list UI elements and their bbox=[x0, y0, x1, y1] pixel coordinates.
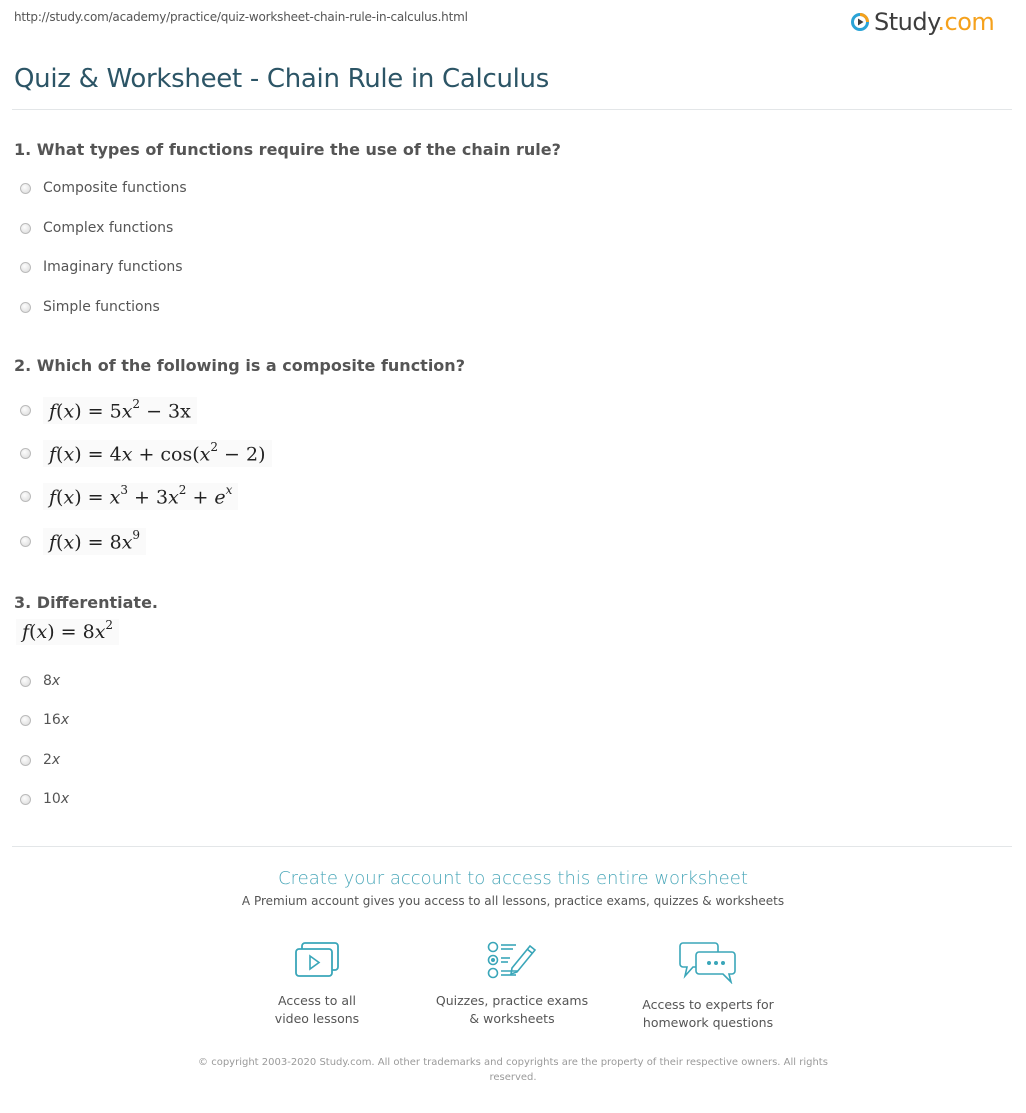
radio-button[interactable] bbox=[20, 448, 31, 460]
radio-button[interactable] bbox=[20, 536, 31, 548]
question-3-option-2[interactable]: 16x bbox=[20, 712, 69, 728]
radio-button[interactable] bbox=[20, 793, 31, 805]
cta-title[interactable]: Create your account to access this entir… bbox=[0, 868, 1026, 889]
math-expression: f(x) = 8x2 bbox=[16, 618, 120, 646]
feature-quizzes: Quizzes, practice exams & worksheets bbox=[412, 940, 612, 1028]
copyright-footer: © copyright 2003-2020 Study.com. All oth… bbox=[198, 1057, 828, 1083]
radio-button[interactable] bbox=[20, 491, 31, 503]
radio-button[interactable] bbox=[20, 754, 31, 766]
question-2-title: 2. Which of the following is a composite… bbox=[14, 356, 465, 375]
radio-button[interactable] bbox=[20, 714, 31, 726]
page-title: Quiz & Worksheet - Chain Rule in Calculu… bbox=[14, 64, 549, 94]
question-3-title: 3. Differentiate. bbox=[14, 593, 158, 612]
logo-text: Study.com bbox=[874, 8, 995, 36]
question-2-option-2[interactable]: f(x) = 4x + cos(x2 − 2) bbox=[20, 440, 272, 468]
question-3-option-1[interactable]: 8x bbox=[20, 673, 60, 689]
question-1-option-2[interactable]: Complex functions bbox=[20, 220, 173, 236]
question-2-option-4[interactable]: f(x) = 8x9 bbox=[20, 528, 147, 556]
question-3-prompt: f(x) = 8x2 bbox=[16, 618, 120, 646]
cta-subtitle: A Premium account gives you access to al… bbox=[241, 894, 785, 908]
question-1-option-3[interactable]: Imaginary functions bbox=[20, 259, 183, 275]
header-divider bbox=[12, 109, 1012, 110]
math-expression: f(x) = 4x + cos(x2 − 2) bbox=[43, 440, 272, 468]
page-url: http://study.com/academy/practice/quiz-w… bbox=[14, 10, 468, 24]
content-divider bbox=[12, 846, 1012, 847]
chat-bubbles-icon bbox=[679, 942, 736, 984]
feature-experts: Access to experts for homework questions bbox=[608, 940, 808, 1032]
study-logo[interactable]: Study.com bbox=[850, 8, 995, 36]
question-2-option-1[interactable]: f(x) = 5x2 − 3x bbox=[20, 397, 197, 425]
video-lessons-icon bbox=[295, 942, 339, 977]
radio-button[interactable] bbox=[20, 675, 31, 687]
quiz-checklist-icon bbox=[487, 941, 537, 979]
question-3-option-3[interactable]: 2x bbox=[20, 752, 60, 768]
play-circle-icon bbox=[851, 13, 869, 31]
radio-button[interactable] bbox=[20, 222, 31, 234]
radio-button[interactable] bbox=[20, 261, 31, 273]
math-expression: f(x) = 8x9 bbox=[43, 528, 147, 556]
radio-button[interactable] bbox=[20, 405, 31, 417]
radio-button[interactable] bbox=[20, 301, 31, 313]
radio-button[interactable] bbox=[20, 182, 31, 194]
math-expression: f(x) = x3 + 3x2 + ex bbox=[43, 483, 239, 511]
question-2-option-3[interactable]: f(x) = x3 + 3x2 + ex bbox=[20, 483, 239, 511]
math-expression: f(x) = 5x2 − 3x bbox=[43, 397, 197, 425]
question-1-title: 1. What types of functions require the u… bbox=[14, 140, 561, 159]
question-1-option-4[interactable]: Simple functions bbox=[20, 299, 160, 315]
question-3-option-4[interactable]: 10x bbox=[20, 791, 69, 807]
feature-video-lessons: Access to all video lessons bbox=[217, 940, 417, 1028]
question-1-option-1[interactable]: Composite functions bbox=[20, 180, 187, 196]
